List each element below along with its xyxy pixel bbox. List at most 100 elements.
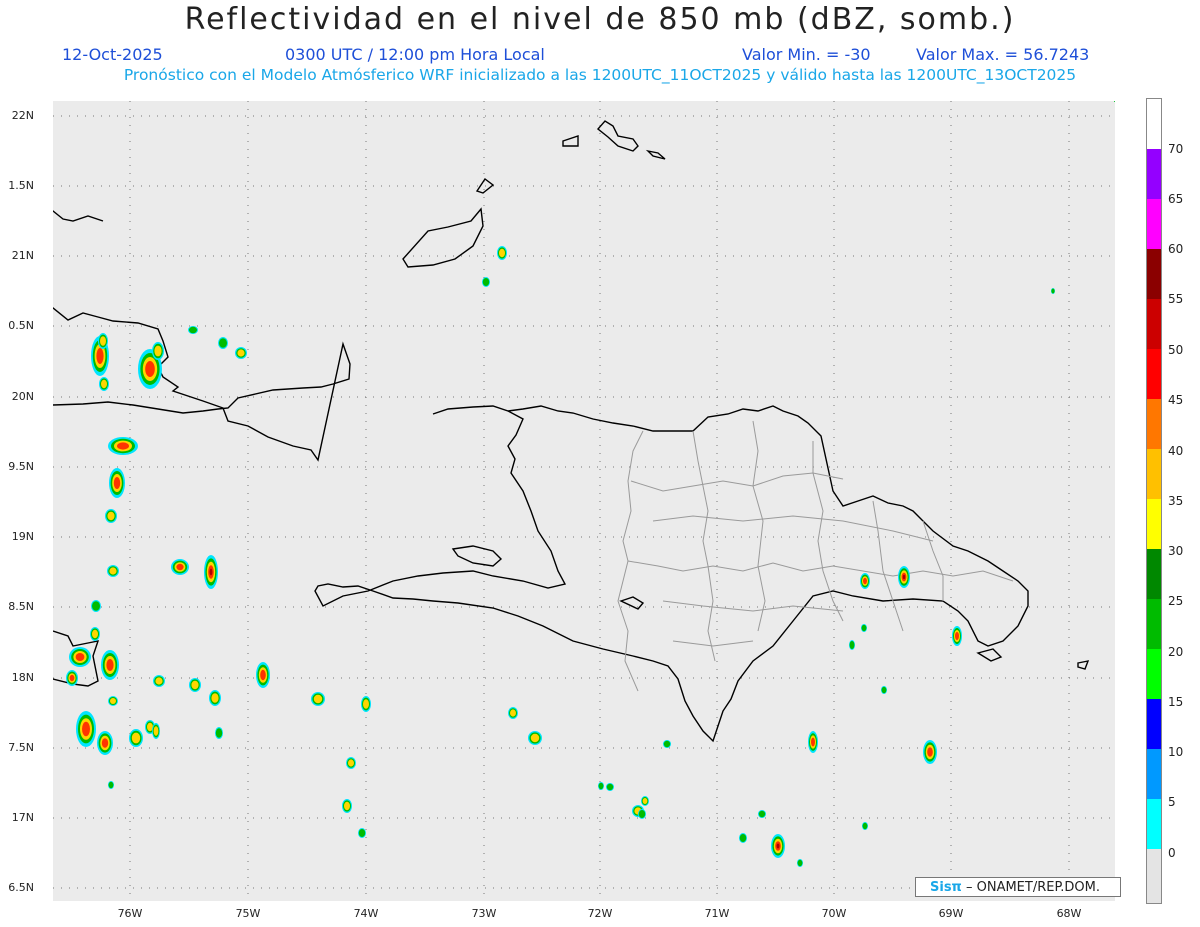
reflectivity-cell	[510, 709, 516, 717]
reflectivity-cell	[145, 361, 155, 377]
credit-text: – ONAMET/REP.DOM.	[965, 880, 1101, 895]
credit-box: Sisπ – ONAMET/REP.DOM.	[915, 877, 1121, 897]
reflectivity-cell	[1114, 101, 1115, 102]
reflectivity-cell	[117, 442, 129, 450]
colorbar-segment	[1147, 399, 1161, 449]
colorbar-label: 65	[1168, 192, 1184, 206]
reflectivity-cells	[66, 101, 1115, 867]
reflectivity-cell	[902, 574, 906, 580]
colorbar-label: 55	[1168, 292, 1184, 306]
coastlines	[53, 120, 1090, 743]
reflectivity-cell	[955, 632, 959, 640]
lon-label: 72W	[587, 907, 613, 920]
reflectivity-cell	[638, 810, 646, 818]
lon-label: 71W	[704, 907, 730, 920]
lat-label: 0.5N	[8, 319, 34, 332]
lat-label: 22N	[11, 109, 34, 122]
date-label: 12-Oct-2025	[62, 45, 163, 64]
reflectivity-cell	[109, 567, 117, 575]
colorbar-segment	[1147, 299, 1161, 349]
colorbar-segment	[1147, 249, 1161, 299]
reflectivity-cell	[106, 659, 114, 671]
reflectivity-cell	[849, 641, 855, 649]
colorbar-label: 70	[1168, 142, 1184, 156]
reflectivity-cell	[348, 759, 354, 767]
map-panel	[53, 101, 1115, 901]
colorbar-label: 35	[1168, 494, 1184, 508]
reflectivity-cell	[100, 336, 106, 346]
lat-label: 18N	[11, 671, 34, 684]
reflectivity-cell	[110, 698, 116, 704]
reflectivity-cell	[598, 782, 604, 790]
reflectivity-cell	[482, 278, 490, 286]
colorbar-segment	[1147, 699, 1161, 749]
reflectivity-cell	[211, 693, 219, 703]
reflectivity-cell	[663, 740, 671, 748]
graticule	[53, 101, 1115, 901]
reflectivity-cell	[863, 577, 867, 585]
reflectivity-cell	[797, 859, 803, 867]
lat-label: 21N	[11, 249, 34, 262]
colorbar-label: 30	[1168, 544, 1184, 558]
reflectivity-cell	[82, 721, 90, 737]
reflectivity-cell	[344, 801, 350, 811]
reflectivity-cell	[861, 624, 867, 632]
map-canvas	[53, 101, 1115, 901]
colorbar-segment	[1147, 449, 1161, 499]
lat-label: 6.5N	[8, 881, 34, 894]
min-value-label: Valor Min. = -30	[742, 45, 871, 64]
reflectivity-cell	[92, 629, 98, 639]
lat-label: 1.5N	[8, 179, 34, 192]
reflectivity-cell	[101, 379, 107, 389]
reflectivity-cell	[219, 338, 227, 348]
lon-label: 75W	[235, 907, 261, 920]
colorbar	[1146, 98, 1162, 904]
colorbar-segment	[1147, 649, 1161, 699]
colorbar-label: 5	[1168, 795, 1176, 809]
reflectivity-cell	[191, 680, 199, 690]
colorbar-label: 15	[1168, 695, 1184, 709]
colorbar-label: 25	[1168, 594, 1184, 608]
colorbar-label: 45	[1168, 393, 1184, 407]
reflectivity-cell	[499, 248, 505, 258]
forecast-note: Pronóstico con el Modelo Atmósferico WRF…	[123, 66, 1077, 84]
reflectivity-cell	[108, 781, 114, 789]
lon-label: 76W	[117, 907, 143, 920]
reflectivity-cell	[237, 349, 245, 357]
colorbar-segment	[1147, 149, 1161, 199]
reflectivity-cell	[260, 669, 266, 681]
colorbar-label: 60	[1168, 242, 1184, 256]
colorbar-below-zero	[1147, 849, 1161, 903]
reflectivity-cell	[107, 511, 115, 521]
reflectivity-cell	[606, 783, 614, 791]
lon-label: 70W	[821, 907, 847, 920]
colorbar-segment	[1147, 549, 1161, 599]
colorbar-label: 0	[1168, 846, 1176, 860]
colorbar-segment	[1147, 749, 1161, 799]
lon-label: 68W	[1056, 907, 1082, 920]
lat-label: 20N	[11, 390, 34, 403]
reflectivity-cell	[811, 737, 815, 747]
time-label: 0300 UTC / 12:00 pm Hora Local	[285, 45, 545, 64]
max-value-label: Valor Max. = 56.7243	[916, 45, 1090, 64]
reflectivity-cell	[101, 738, 109, 748]
colorbar-label: 40	[1168, 444, 1184, 458]
lat-label: 7.5N	[8, 741, 34, 754]
reflectivity-cell	[155, 677, 163, 685]
reflectivity-cell	[1051, 288, 1055, 294]
province-borders	[617, 420, 1014, 692]
lat-label: 9.5N	[8, 460, 34, 473]
reflectivity-cell	[113, 477, 121, 489]
reflectivity-cell	[96, 348, 104, 364]
lat-label: 17N	[11, 811, 34, 824]
reflectivity-cell	[92, 601, 100, 611]
chart-title: Reflectividad en el nivel de 850 mb (dBZ…	[184, 2, 1016, 37]
colorbar-segment	[1147, 599, 1161, 649]
reflectivity-cell	[776, 843, 780, 849]
lon-label: 73W	[471, 907, 497, 920]
reflectivity-cell	[642, 798, 648, 804]
reflectivity-cell	[131, 732, 141, 744]
reflectivity-cell	[358, 829, 366, 837]
reflectivity-cell	[313, 694, 323, 704]
colorbar-segment	[1147, 799, 1161, 849]
